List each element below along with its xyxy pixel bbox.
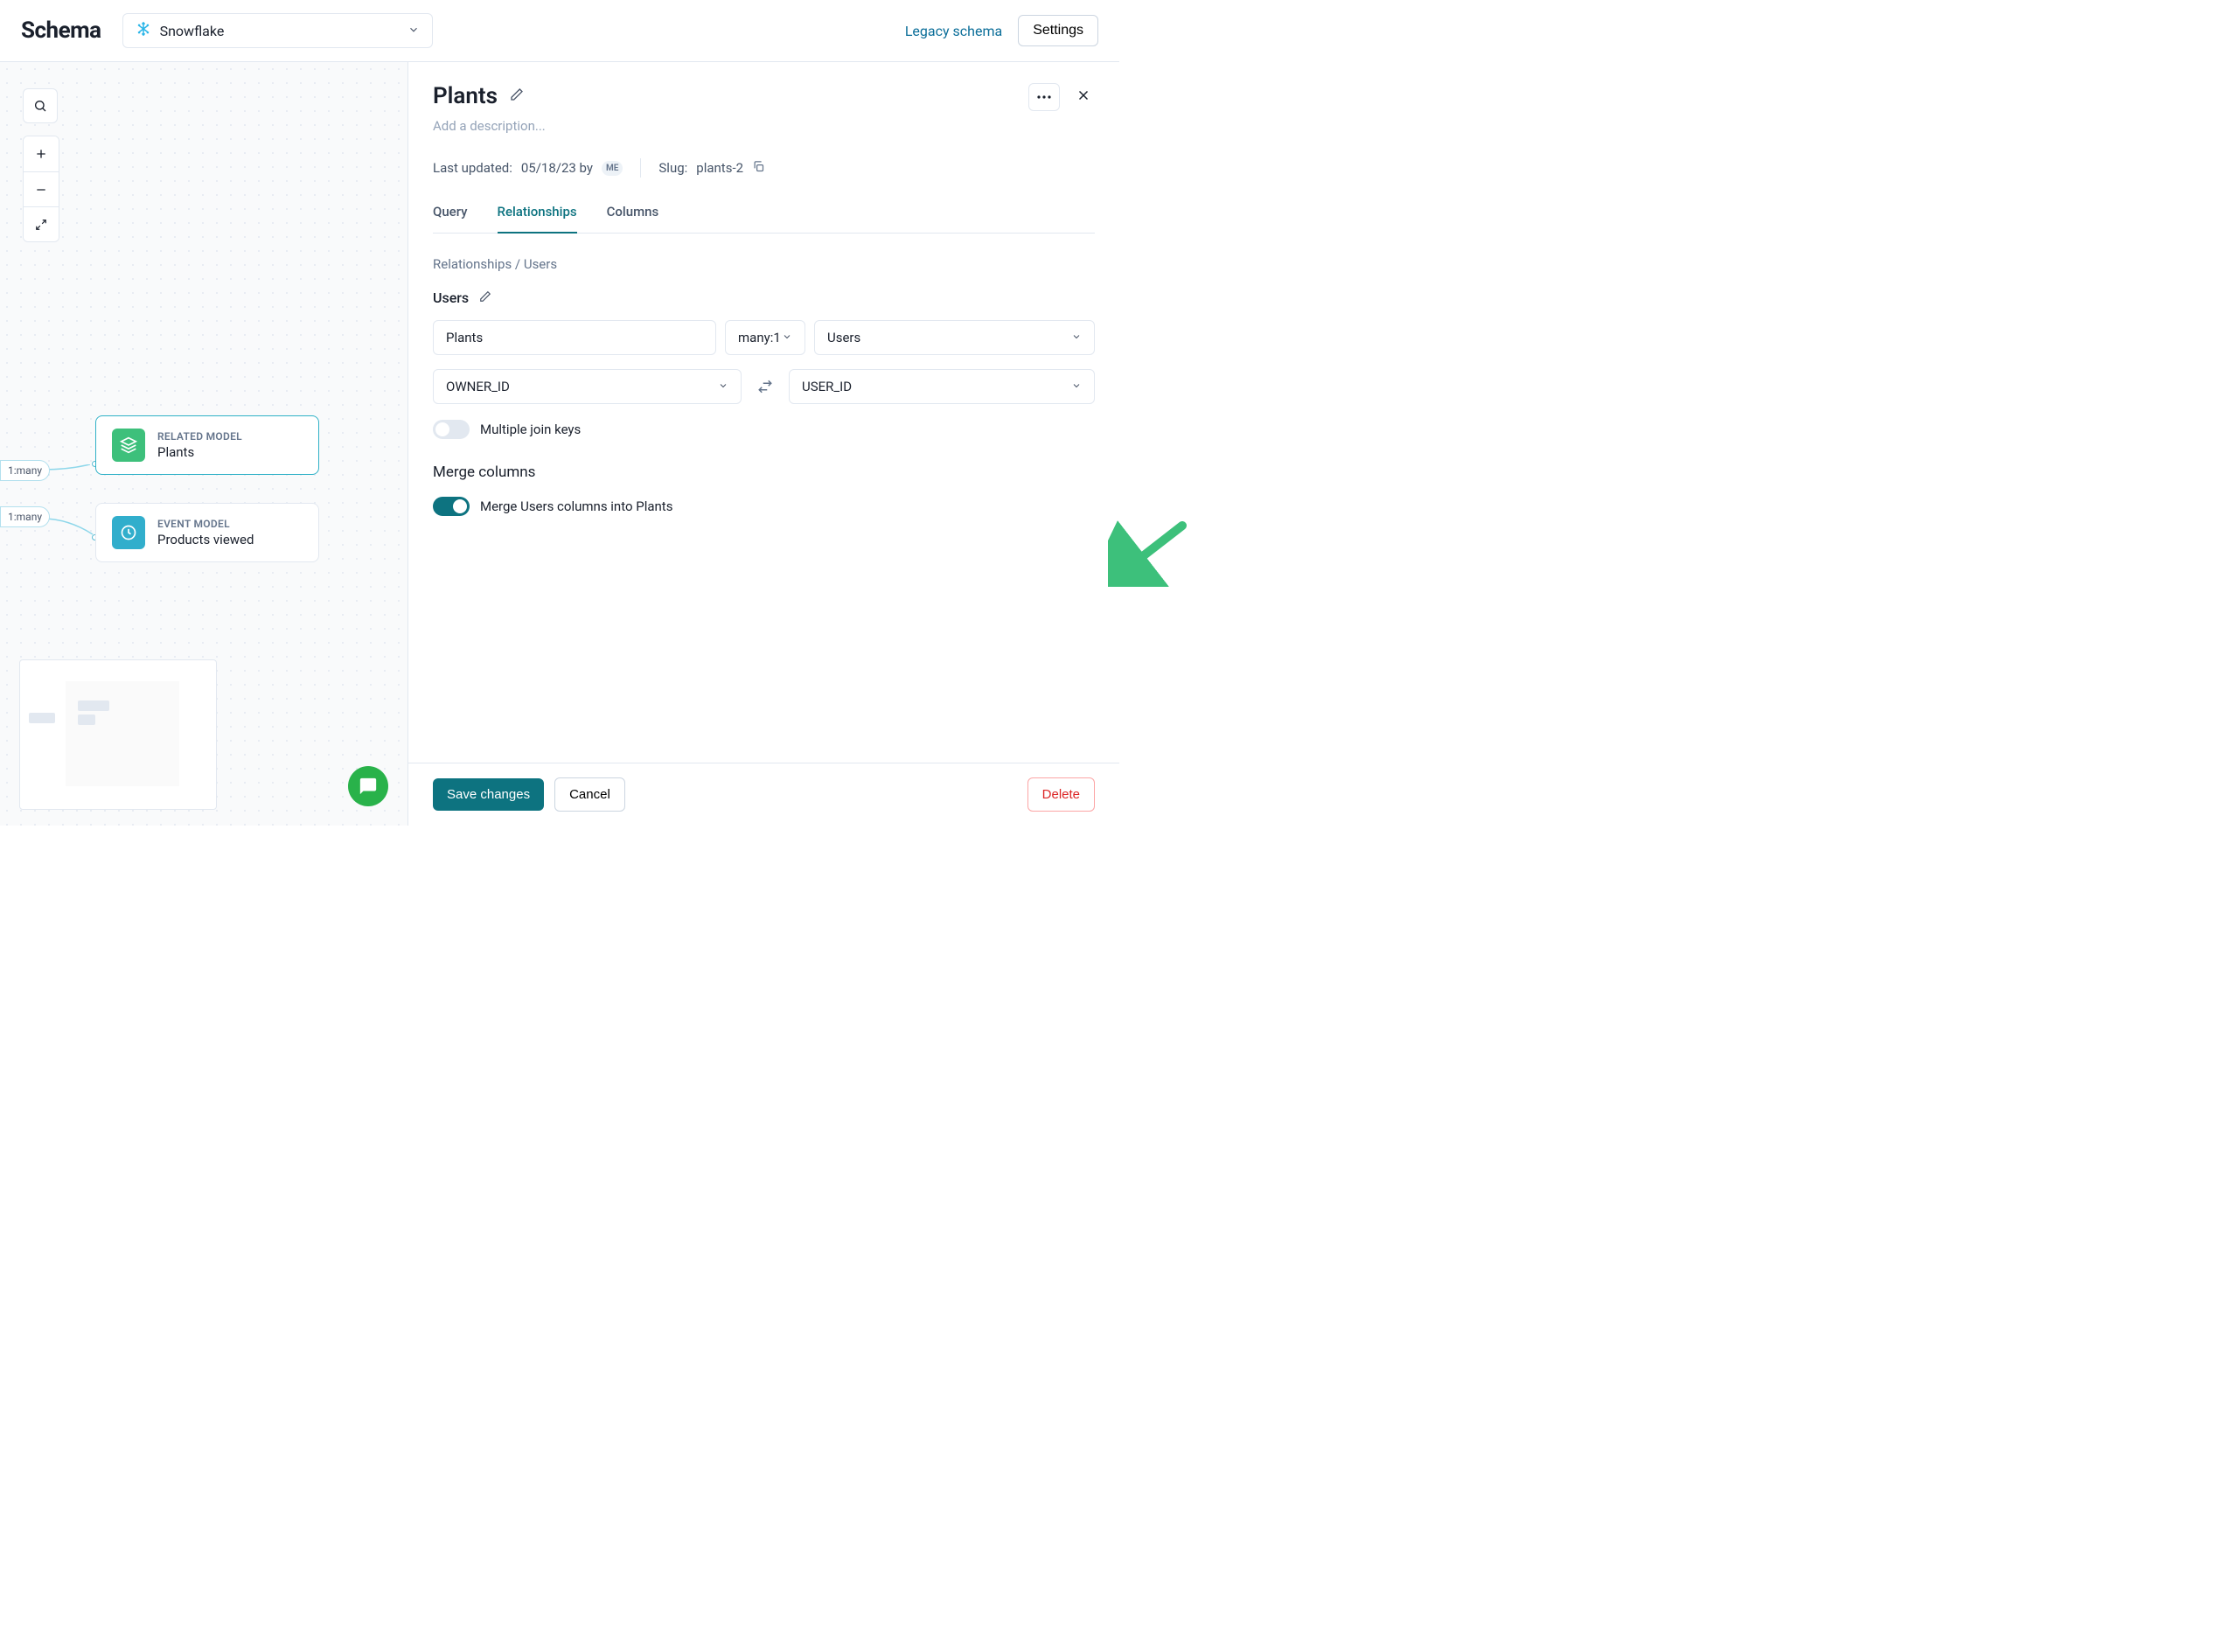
- legacy-schema-link[interactable]: Legacy schema: [905, 23, 1002, 39]
- zoom-controls: [23, 136, 59, 242]
- node-name: Plants: [157, 444, 242, 460]
- edge-cardinality-label: 1:many: [0, 506, 50, 527]
- zoom-in-button[interactable]: [24, 136, 59, 171]
- merge-columns-toggle[interactable]: [433, 497, 470, 516]
- target-model-select[interactable]: Users: [814, 320, 1095, 355]
- details-panel: Plants Add a description... Last updated…: [408, 62, 1119, 826]
- breadcrumb[interactable]: Relationships / Users: [433, 256, 1095, 272]
- meta-row: Last updated: 05/18/23 by ME Slug: plant…: [433, 158, 1095, 178]
- chevron-down-icon: [718, 379, 728, 394]
- clock-icon: [112, 516, 145, 549]
- description-placeholder[interactable]: Add a description...: [433, 118, 1095, 134]
- close-button[interactable]: [1072, 84, 1095, 110]
- slug-label: Slug:: [658, 160, 687, 176]
- node-kind: RELATED MODEL: [157, 430, 242, 443]
- source-name: Snowflake: [160, 23, 399, 39]
- multiple-join-keys-label: Multiple join keys: [480, 422, 581, 437]
- cardinality-select[interactable]: many:1: [725, 320, 805, 355]
- source-key-value: OWNER_ID: [446, 379, 510, 394]
- source-model-value: Plants: [446, 330, 483, 345]
- chevron-down-icon: [1071, 330, 1082, 345]
- edge-cardinality-label: 1:many: [0, 460, 50, 481]
- search-button[interactable]: [23, 88, 58, 123]
- source-select[interactable]: Snowflake: [122, 13, 433, 48]
- chevron-down-icon: [782, 330, 792, 345]
- chevron-down-icon: [1071, 379, 1082, 394]
- panel-footer: Save changes Cancel Delete: [408, 763, 1119, 826]
- app-logo: Schema: [21, 17, 101, 44]
- cardinality-value: many:1: [738, 330, 781, 345]
- tabs: Query Relationships Columns: [433, 204, 1095, 234]
- snowflake-icon: [136, 21, 151, 40]
- merge-columns-heading: Merge columns: [433, 464, 1095, 481]
- delete-button[interactable]: Delete: [1027, 777, 1095, 812]
- tab-query[interactable]: Query: [433, 204, 468, 233]
- annotation-arrow: [1108, 517, 1195, 587]
- minimap[interactable]: [19, 659, 217, 810]
- last-updated-label: Last updated:: [433, 160, 512, 176]
- relationship-title: Users: [433, 289, 469, 306]
- multiple-join-keys-toggle[interactable]: [433, 420, 470, 439]
- edit-relationship-icon[interactable]: [479, 289, 491, 306]
- source-key-select[interactable]: OWNER_ID: [433, 369, 742, 404]
- target-model-value: Users: [827, 330, 860, 345]
- tab-relationships[interactable]: Relationships: [498, 204, 577, 234]
- header: Schema Snowflake Legacy schema Settings: [0, 0, 1119, 62]
- slug-value: plants-2: [696, 160, 743, 176]
- last-updated-value: 05/18/23 by: [521, 160, 593, 176]
- panel-title: Plants: [433, 83, 498, 109]
- avatar: ME: [602, 161, 623, 176]
- fullscreen-button[interactable]: [24, 206, 59, 241]
- node-kind: EVENT MODEL: [157, 518, 254, 530]
- cancel-button[interactable]: Cancel: [554, 777, 625, 812]
- edit-title-icon[interactable]: [510, 87, 524, 105]
- model-node-plants[interactable]: RELATED MODEL Plants: [95, 415, 319, 475]
- node-name: Products viewed: [157, 532, 254, 547]
- tab-columns[interactable]: Columns: [607, 204, 659, 233]
- merge-columns-label: Merge Users columns into Plants: [480, 498, 672, 514]
- save-button[interactable]: Save changes: [433, 778, 544, 811]
- source-model-select[interactable]: Plants: [433, 320, 716, 355]
- swap-icon[interactable]: [750, 369, 780, 404]
- more-actions-button[interactable]: [1028, 83, 1060, 111]
- zoom-out-button[interactable]: [24, 171, 59, 206]
- layers-icon: [112, 429, 145, 462]
- chevron-down-icon: [407, 23, 420, 39]
- chat-button[interactable]: [348, 766, 388, 806]
- schema-canvas[interactable]: 1:many 1:many RELATED MODEL Plants EVENT…: [0, 62, 408, 826]
- settings-button[interactable]: Settings: [1018, 15, 1098, 46]
- copy-slug-icon[interactable]: [752, 160, 765, 177]
- target-key-select[interactable]: USER_ID: [789, 369, 1095, 404]
- target-key-value: USER_ID: [802, 379, 852, 394]
- model-node-products-viewed[interactable]: EVENT MODEL Products viewed: [95, 503, 319, 562]
